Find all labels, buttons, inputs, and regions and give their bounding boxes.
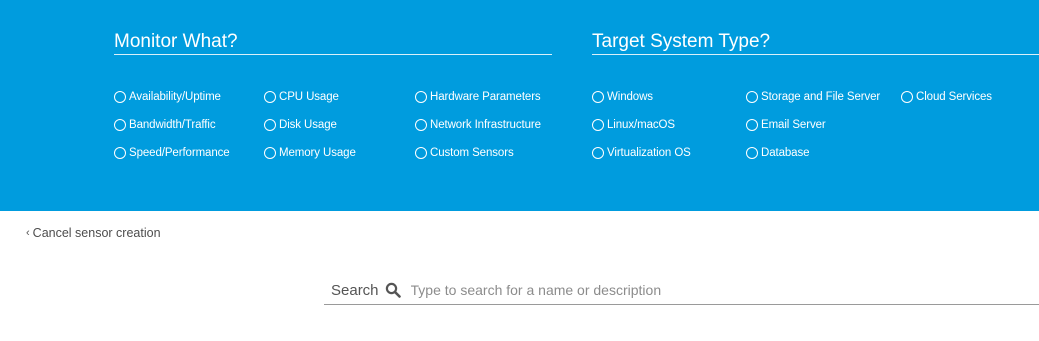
radio-unchecked-icon: [901, 91, 913, 103]
monitor-what-title: Monitor What?: [114, 30, 552, 55]
radio-label: Availability/Uptime: [129, 91, 221, 103]
radio-speed-performance[interactable]: Speed/Performance: [114, 145, 230, 161]
radio-label: Network Infrastructure: [430, 119, 541, 131]
radio-label: Windows: [607, 91, 653, 103]
radio-label: Hardware Parameters: [430, 91, 541, 103]
cancel-label: Cancel sensor creation: [32, 226, 161, 240]
radio-unchecked-icon: [415, 119, 427, 131]
target-options: Windows Storage and File Server Cloud Se…: [592, 55, 1039, 159]
filter-panel: Monitor What? Availability/Uptime CPU Us…: [0, 0, 1039, 211]
radio-network-infrastructure[interactable]: Network Infrastructure: [415, 117, 541, 133]
radio-unchecked-icon: [415, 91, 427, 103]
radio-label: Storage and File Server: [761, 91, 881, 103]
radio-virtualization-os[interactable]: Virtualization OS: [592, 145, 691, 161]
search-icon: [385, 282, 401, 298]
radio-unchecked-icon: [746, 119, 758, 131]
radio-unchecked-icon: [746, 147, 758, 159]
radio-label: Bandwidth/Traffic: [129, 119, 216, 131]
monitor-options: Availability/Uptime CPU Usage Hardware P…: [114, 55, 552, 159]
radio-storage-file-server[interactable]: Storage and File Server: [746, 89, 880, 105]
radio-linux-macos[interactable]: Linux/macOS: [592, 117, 675, 133]
monitor-what-group: Monitor What? Availability/Uptime CPU Us…: [114, 30, 552, 159]
radio-label: Cloud Services: [916, 91, 992, 103]
radio-unchecked-icon: [592, 147, 604, 159]
radio-unchecked-icon: [264, 119, 276, 131]
radio-unchecked-icon: [592, 119, 604, 131]
chevron-left-icon: ‹: [26, 227, 30, 239]
radio-label: CPU Usage: [279, 91, 339, 103]
radio-unchecked-icon: [114, 119, 126, 131]
radio-label: Memory Usage: [279, 147, 356, 159]
radio-unchecked-icon: [415, 147, 427, 159]
search-label: Search: [331, 281, 379, 299]
radio-custom-sensors[interactable]: Custom Sensors: [415, 145, 514, 161]
cancel-sensor-creation-link[interactable]: ‹ Cancel sensor creation: [26, 226, 161, 240]
radio-email-server[interactable]: Email Server: [746, 117, 826, 133]
radio-label: Custom Sensors: [430, 147, 514, 159]
radio-unchecked-icon: [264, 147, 276, 159]
radio-label: Disk Usage: [279, 119, 337, 131]
radio-label: Linux/macOS: [607, 119, 675, 131]
radio-hardware-parameters[interactable]: Hardware Parameters: [415, 89, 541, 105]
radio-label: Virtualization OS: [607, 147, 691, 159]
radio-cpu-usage[interactable]: CPU Usage: [264, 89, 339, 105]
radio-windows[interactable]: Windows: [592, 89, 653, 105]
radio-availability-uptime[interactable]: Availability/Uptime: [114, 89, 221, 105]
radio-unchecked-icon: [114, 147, 126, 159]
search-input[interactable]: [410, 278, 1039, 302]
radio-disk-usage[interactable]: Disk Usage: [264, 117, 337, 133]
radio-unchecked-icon: [114, 91, 126, 103]
radio-memory-usage[interactable]: Memory Usage: [264, 145, 356, 161]
target-system-title: Target System Type?: [592, 30, 1039, 55]
radio-bandwidth-traffic[interactable]: Bandwidth/Traffic: [114, 117, 216, 133]
radio-unchecked-icon: [264, 91, 276, 103]
radio-unchecked-icon: [746, 91, 758, 103]
radio-label: Email Server: [761, 119, 826, 131]
search-bar: Search: [324, 276, 1039, 305]
radio-unchecked-icon: [592, 91, 604, 103]
target-system-group: Target System Type? Windows Storage and …: [592, 30, 1039, 159]
radio-label: Speed/Performance: [129, 147, 230, 159]
radio-label: Database: [761, 147, 810, 159]
radio-cloud-services[interactable]: Cloud Services: [901, 89, 992, 105]
radio-database[interactable]: Database: [746, 145, 810, 161]
